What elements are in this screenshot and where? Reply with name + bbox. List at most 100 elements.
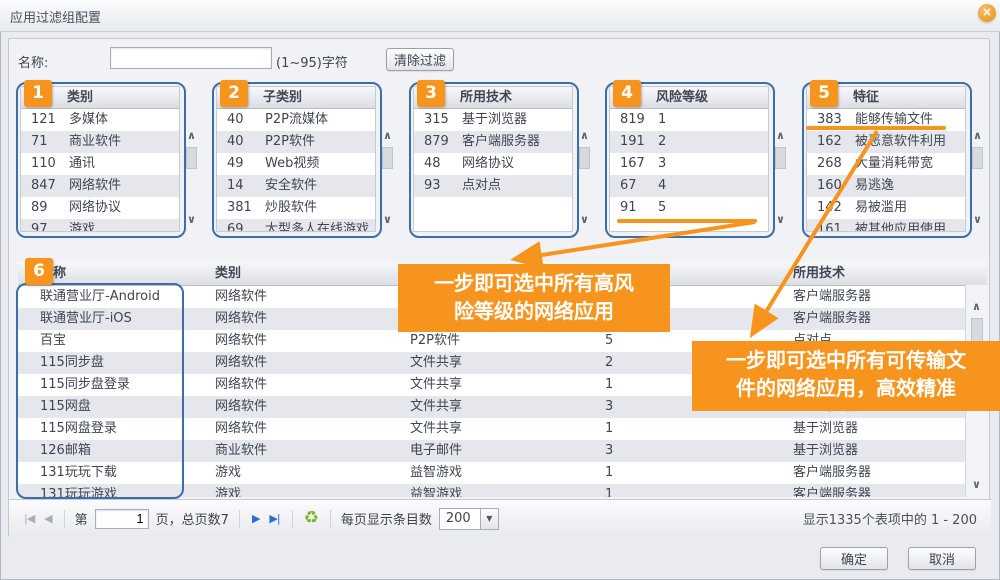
- name-input[interactable]: [110, 47, 272, 69]
- table-row[interactable]: 115网盘登录网络软件文件共享1基于浏览器: [18, 418, 987, 440]
- list-item[interactable]: 93点对点: [414, 175, 572, 197]
- item-count: 847: [21, 175, 69, 197]
- table-cell: 网络软件: [195, 330, 390, 352]
- list-item[interactable]: 315基于浏览器: [414, 109, 572, 131]
- clear-filter-button[interactable]: 清除过滤: [386, 48, 454, 71]
- list-item[interactable]: 121多媒体: [21, 109, 179, 131]
- list-item[interactable]: 8191: [610, 109, 768, 131]
- list-scrollbar[interactable]: ∧∨: [576, 108, 593, 232]
- scroll-thumb[interactable]: [579, 147, 590, 169]
- column-header[interactable]: 类别: [195, 262, 390, 285]
- list-item[interactable]: 1673: [610, 153, 768, 175]
- list-item[interactable]: 381炒股软件: [217, 197, 375, 219]
- item-label: 客户端服务器: [462, 131, 572, 153]
- list-scrollbar[interactable]: ∧∨: [379, 108, 396, 232]
- scroll-up-icon[interactable]: ∧: [972, 301, 981, 313]
- next-page-button[interactable]: ▶: [252, 512, 259, 525]
- item-label: 易逃逸: [855, 175, 965, 197]
- app-filter-group-dialog: 应用过滤组配置 × 名称: (1~95)字符 清除过滤 类别121多媒体71商业…: [0, 0, 1000, 580]
- table-cell: 3: [585, 440, 773, 462]
- list-item[interactable]: 14安全软件: [217, 175, 375, 197]
- item-label: 3: [658, 153, 768, 175]
- first-page-button[interactable]: |◀: [24, 512, 34, 525]
- list-item[interactable]: 110通讯: [21, 153, 179, 175]
- scroll-down-icon[interactable]: ∨: [383, 214, 392, 226]
- item-label: 基于浏览器: [462, 109, 572, 131]
- step-badge-2: 2: [220, 80, 248, 107]
- scroll-up-icon[interactable]: ∧: [776, 130, 785, 142]
- table-cell: 网络软件: [195, 308, 390, 330]
- separator: [64, 510, 65, 528]
- scroll-up-icon[interactable]: ∧: [187, 130, 196, 142]
- list-item[interactable]: 40P2P流媒体: [217, 109, 375, 131]
- cancel-button[interactable]: 取消: [908, 547, 976, 570]
- scroll-thumb[interactable]: [972, 147, 983, 169]
- scroll-up-icon[interactable]: ∧: [973, 130, 982, 142]
- table-row[interactable]: 126邮箱商业软件电子邮件3基于浏览器: [18, 440, 987, 462]
- list-scrollbar[interactable]: ∧∨: [183, 108, 200, 232]
- list-scrollbar[interactable]: ∧∨: [969, 108, 986, 232]
- refresh-icon[interactable]: ♻: [304, 510, 319, 527]
- item-count: 167: [610, 153, 658, 175]
- table-cell: 商业软件: [195, 440, 390, 462]
- scroll-down-icon[interactable]: ∨: [580, 214, 589, 226]
- filter-list: 所用技术315基于浏览器879客户端服务器48网络协议93点对点: [413, 86, 573, 232]
- file-transfer-underline: [806, 126, 946, 130]
- scroll-up-icon[interactable]: ∧: [580, 130, 589, 142]
- scroll-thumb[interactable]: [186, 147, 197, 169]
- column-header[interactable]: 所用技术: [773, 262, 965, 285]
- scroll-thumb[interactable]: [382, 147, 393, 169]
- table-cell: 网络软件: [195, 286, 390, 308]
- table-cell: 115网盘: [18, 396, 195, 418]
- list-item[interactable]: 1912: [610, 131, 768, 153]
- ok-button[interactable]: 确定: [820, 547, 888, 570]
- step-badge-6: 6: [25, 258, 53, 285]
- list-item[interactable]: 40P2P软件: [217, 131, 375, 153]
- list-item[interactable]: 142易被滥用: [807, 197, 965, 219]
- list-item[interactable]: 49Web视频: [217, 153, 375, 175]
- list-item[interactable]: 162被恶意软件利用: [807, 131, 965, 153]
- list-scrollbar[interactable]: ∧∨: [772, 108, 789, 232]
- callout-text-line: 险等级的网络应用: [404, 297, 664, 325]
- table-row[interactable]: 131玩玩游戏游戏益智游戏1客户端服务器: [18, 484, 987, 497]
- table-row[interactable]: 131玩玩下载游戏益智游戏1客户端服务器: [18, 462, 987, 484]
- list-item[interactable]: 97游戏: [21, 219, 179, 232]
- scroll-down-icon[interactable]: ∨: [187, 214, 196, 226]
- list-item[interactable]: 160易逃逸: [807, 175, 965, 197]
- table-cell: 联通营业厅-Android: [18, 286, 195, 308]
- scroll-down-icon[interactable]: ∨: [973, 214, 982, 226]
- list-item[interactable]: 71商业软件: [21, 131, 179, 153]
- list-item[interactable]: 847网络软件: [21, 175, 179, 197]
- scroll-up-icon[interactable]: ∧: [383, 130, 392, 142]
- filter-list: 子类别40P2P流媒体40P2P软件49Web视频14安全软件381炒股软件69…: [216, 86, 376, 232]
- item-count: 110: [21, 153, 69, 175]
- filter-list: 风险等级819119121673674915: [609, 86, 769, 232]
- scroll-down-icon[interactable]: ∨: [972, 479, 981, 491]
- scroll-down-icon[interactable]: ∨: [776, 214, 785, 226]
- total-pages-label: 页，总页数7: [156, 509, 229, 528]
- page-size-select[interactable]: 200 ▼: [439, 508, 499, 530]
- scroll-thumb[interactable]: [775, 147, 786, 169]
- list-item[interactable]: 915: [610, 197, 768, 219]
- item-count: 160: [807, 175, 855, 197]
- list-item[interactable]: 89网络协议: [21, 197, 179, 219]
- page-label: 第: [75, 509, 88, 528]
- item-label: 4: [658, 175, 768, 197]
- page-number-input[interactable]: [95, 509, 149, 529]
- list-item[interactable]: 879客户端服务器: [414, 131, 572, 153]
- last-page-button[interactable]: ▶|: [269, 512, 279, 525]
- list-item[interactable]: 268大量消耗带宽: [807, 153, 965, 175]
- list-item[interactable]: 48网络协议: [414, 153, 572, 175]
- close-icon: ×: [982, 5, 992, 19]
- table-cell: 网络软件: [195, 352, 390, 374]
- close-button[interactable]: ×: [978, 4, 996, 22]
- name-length-hint: (1~95)字符: [276, 52, 348, 71]
- list-item[interactable]: 161被其他应用使用: [807, 219, 965, 232]
- list-item[interactable]: 69大型多人在线游戏: [217, 219, 375, 232]
- prev-page-button[interactable]: ◀: [44, 512, 51, 525]
- table-cell: 基于浏览器: [773, 440, 965, 462]
- table-cell: 电子邮件: [390, 440, 585, 462]
- table-cell: 1: [585, 462, 773, 484]
- table-cell: 文件共享: [390, 352, 585, 374]
- list-item[interactable]: 674: [610, 175, 768, 197]
